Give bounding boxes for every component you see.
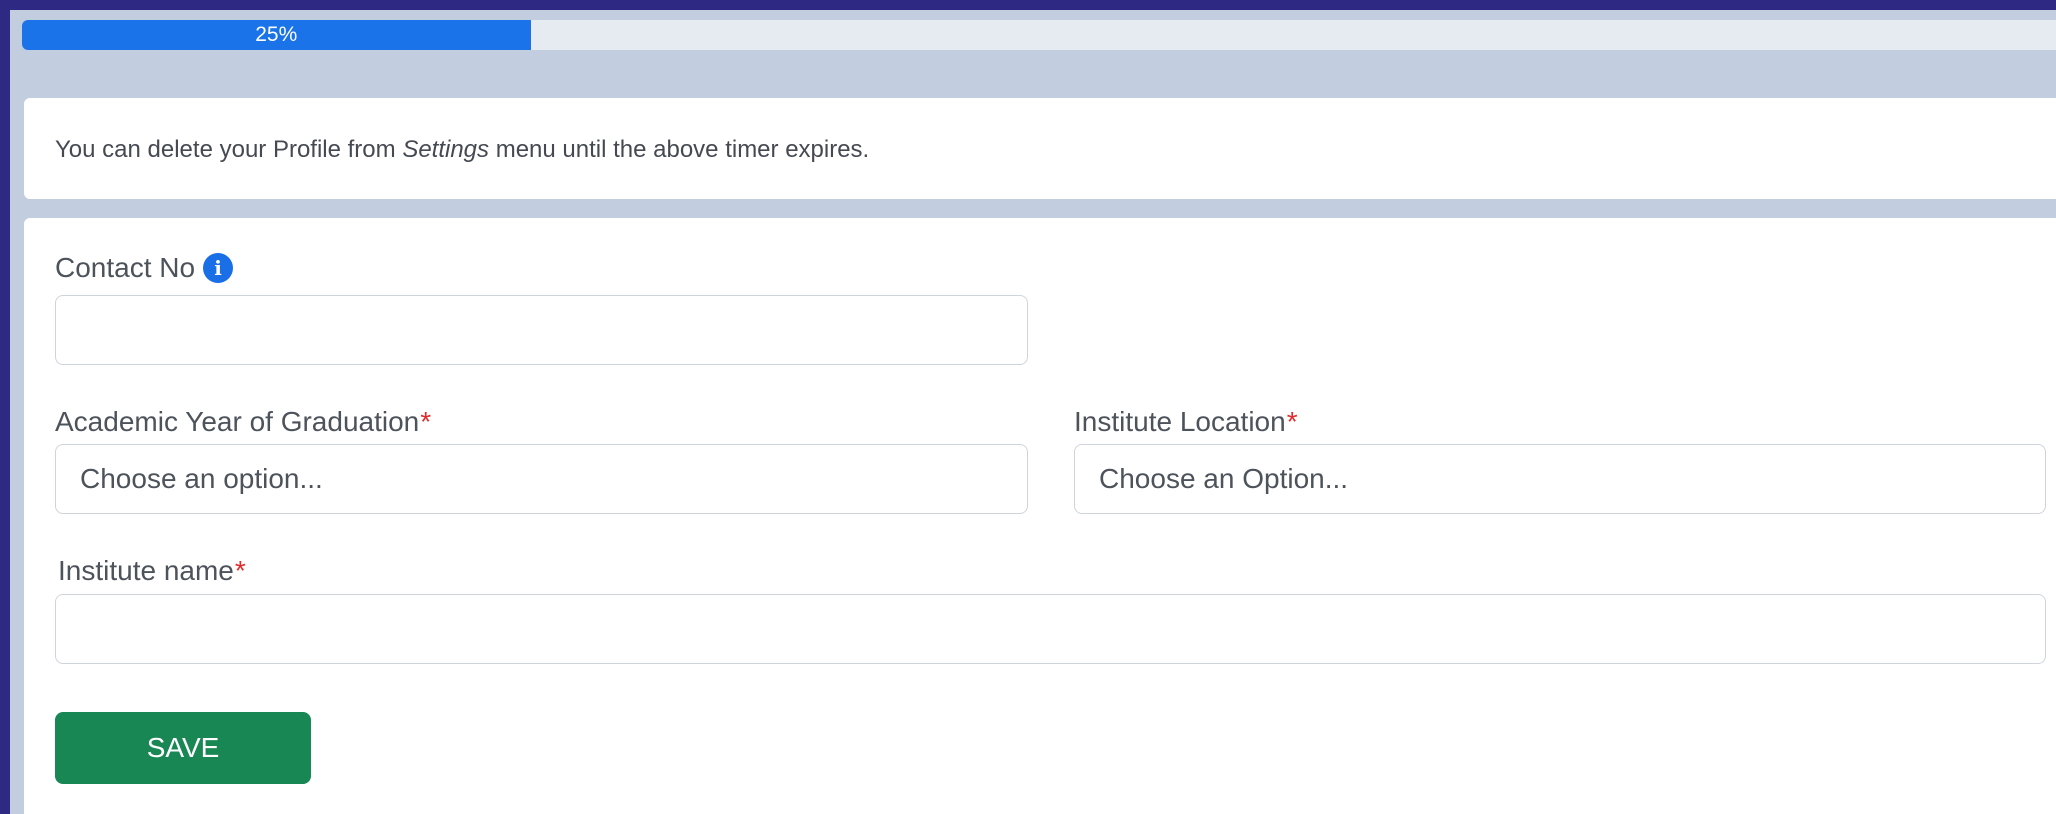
graduation-year-placeholder: Choose an option... xyxy=(80,463,323,494)
required-asterisk: * xyxy=(420,406,432,437)
contact-no-input[interactable] xyxy=(55,295,1028,365)
institute-name-input[interactable] xyxy=(55,594,2046,664)
institute-location-select[interactable]: Choose an Option... xyxy=(1074,444,2046,514)
institute-name-label: Institute name * xyxy=(58,555,246,587)
progress-bar: 25% xyxy=(22,20,2056,50)
graduation-year-select[interactable]: Choose an option... xyxy=(55,444,1028,514)
required-asterisk: * xyxy=(234,555,246,586)
contact-no-label-text: Contact No xyxy=(55,252,196,283)
notice-suffix: menu until the above timer expires. xyxy=(489,136,870,163)
save-button[interactable]: SAVE xyxy=(55,712,311,784)
progress-bar-fill: 25% xyxy=(22,20,531,50)
institute-location-label-text: Institute Location xyxy=(1074,406,1286,437)
institute-name-label-text: Institute name xyxy=(58,555,234,586)
progress-label: 25% xyxy=(255,23,298,46)
settings-menu-reference: Settings xyxy=(402,136,490,163)
institute-location-label: Institute Location * xyxy=(1074,406,1298,438)
info-icon[interactable]: i xyxy=(203,253,234,283)
required-asterisk: * xyxy=(1286,406,1298,437)
delete-profile-notice: You can delete your Profile from Setting… xyxy=(55,136,869,164)
notice-card: You can delete your Profile from Setting… xyxy=(24,98,2056,199)
graduation-year-label-text: Academic Year of Graduation xyxy=(55,406,420,437)
contact-no-label: Contact No i xyxy=(55,252,234,284)
profile-form: Contact No i Academic Year of Graduation… xyxy=(24,218,2056,814)
institute-location-placeholder: Choose an Option... xyxy=(1099,463,1349,494)
graduation-year-label: Academic Year of Graduation * xyxy=(55,406,431,438)
notice-prefix: You can delete your Profile from xyxy=(55,136,403,163)
